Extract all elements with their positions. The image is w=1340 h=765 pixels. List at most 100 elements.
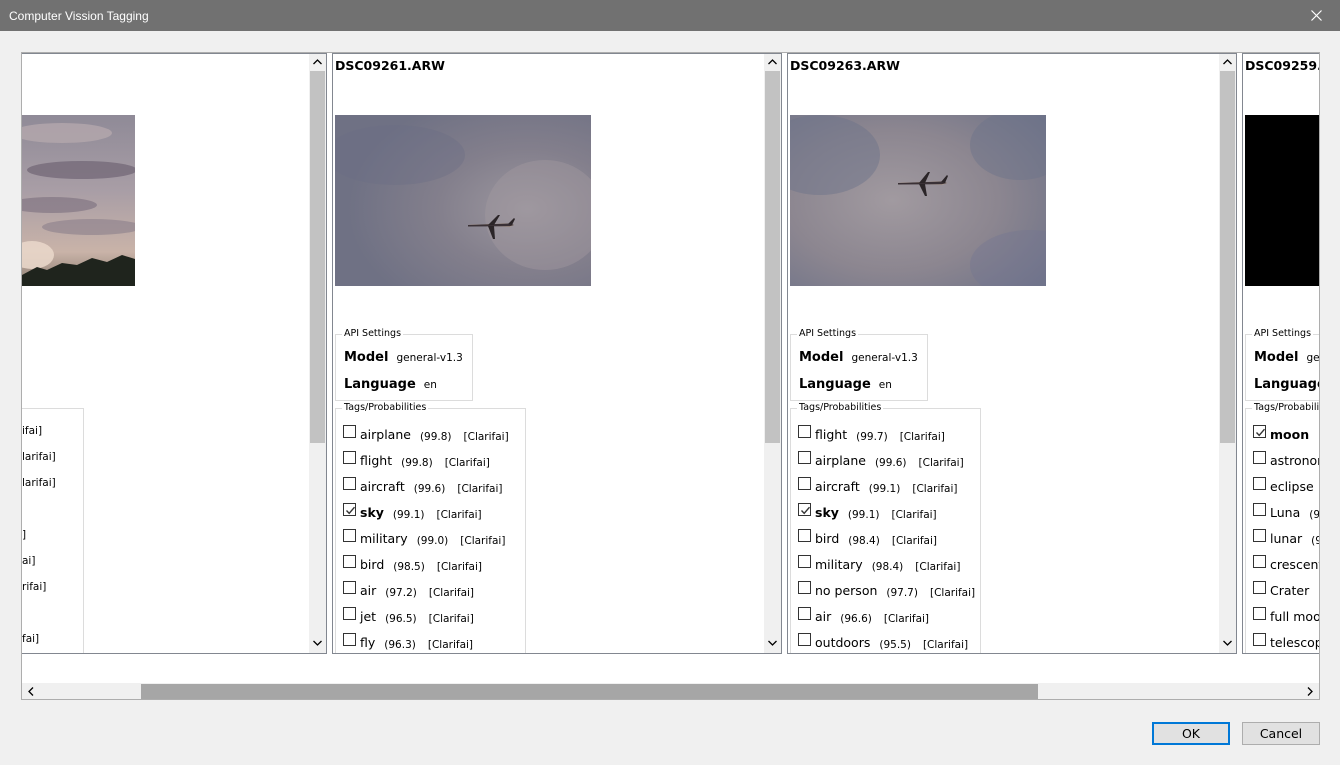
tag-source: [Clarifai]	[899, 431, 945, 443]
tag-checkbox[interactable]	[1253, 451, 1266, 464]
tag-checkbox[interactable]	[1253, 633, 1266, 646]
panel-scrollbar[interactable]	[1219, 54, 1236, 653]
tag-name: flight	[815, 427, 848, 442]
tag-checkbox[interactable]	[343, 581, 356, 594]
tag-name: lunar	[1270, 531, 1303, 546]
model-label: Model	[799, 350, 844, 365]
tag-checkbox[interactable]	[1253, 529, 1266, 542]
tag-text: air (96.6) [Clarifai]	[815, 606, 929, 625]
language-label: Language	[799, 377, 871, 392]
image-panel: DSC09261.ARW API Settings Model general-…	[332, 53, 782, 654]
tag-checkbox[interactable]	[798, 451, 811, 464]
file-name: DSC09261.ARW	[335, 58, 445, 73]
tag-checkbox[interactable]	[343, 555, 356, 568]
tag-source: [Clarifai]	[912, 483, 958, 495]
tag-text: astronom	[1270, 450, 1319, 469]
tag-probability: (96.6)	[840, 613, 872, 625]
tag-name: military	[360, 531, 408, 546]
panel-scrollbar[interactable]	[764, 54, 781, 653]
scroll-right-icon[interactable]	[1307, 687, 1313, 696]
tag-fragment: larifai]	[22, 477, 56, 489]
tag-source: [Clarifai]	[457, 483, 503, 495]
tag-checkbox[interactable]	[798, 633, 811, 646]
tag-checkbox[interactable]	[1253, 555, 1266, 568]
tag-checkbox[interactable]	[798, 581, 811, 594]
tag-text: fly (96.3) [Clarifai]	[360, 632, 473, 651]
tag-checkbox[interactable]	[798, 425, 811, 438]
tag-name: air	[815, 609, 832, 624]
tag-fragment: ifai]	[22, 425, 43, 437]
cancel-button[interactable]: Cancel	[1242, 722, 1320, 745]
tag-name: air	[360, 583, 377, 598]
tag-probability: (99.7)	[856, 431, 888, 443]
tag-source: [Clarifai]	[436, 509, 482, 521]
scroll-thumb[interactable]	[310, 71, 325, 443]
tag-name: moon	[1270, 427, 1310, 442]
scroll-down-icon[interactable]	[313, 640, 322, 646]
tag-probability: (99.1)	[868, 483, 901, 495]
tag-text: flight (99.7) [Clarifai]	[815, 424, 945, 443]
tags-legend: Tags/Probabilities	[342, 402, 429, 413]
scroll-up-icon[interactable]	[1223, 59, 1232, 65]
tag-name: bird	[360, 557, 385, 572]
tag-checkbox[interactable]	[798, 529, 811, 542]
file-name: DSC09259.A	[1245, 58, 1319, 73]
language-value: en	[423, 379, 437, 391]
tag-checkbox[interactable]	[798, 477, 811, 490]
tag-checkbox[interactable]	[798, 503, 811, 516]
tag-probability: (99.8)	[419, 431, 452, 443]
tag-fragment: rifai]	[22, 581, 47, 593]
tag-probability: (98.4)	[871, 561, 904, 573]
tag-probability: (9	[1309, 509, 1320, 521]
tag-name: aircraft	[815, 479, 860, 494]
tag-checkbox[interactable]	[343, 633, 356, 646]
tag-probability: (97.7)	[886, 587, 918, 599]
tag-text: air (97.2) [Clarifai]	[360, 580, 474, 599]
scroll-left-icon[interactable]	[28, 687, 34, 696]
tag-checkbox[interactable]	[1253, 425, 1266, 438]
tag-checkbox[interactable]	[1253, 581, 1266, 594]
tag-source: [Clarifai]	[460, 535, 506, 547]
tag-probability: (99.1)	[847, 509, 880, 521]
tag-checkbox[interactable]	[798, 555, 811, 568]
tag-name: jet	[360, 609, 377, 624]
scroll-thumb[interactable]	[1220, 71, 1235, 443]
scroll-down-icon[interactable]	[768, 640, 777, 646]
tag-checkbox[interactable]	[343, 529, 356, 542]
photo-moon	[1245, 115, 1319, 286]
tag-checkbox[interactable]	[1253, 503, 1266, 516]
tag-checkbox[interactable]	[1253, 477, 1266, 490]
tag-checkbox[interactable]	[343, 607, 356, 620]
tag-checkbox[interactable]	[343, 451, 356, 464]
model-label: Model	[344, 350, 389, 365]
language-label: Language	[344, 377, 416, 392]
photo-sunset	[22, 115, 135, 286]
tag-checkbox[interactable]	[1253, 607, 1266, 620]
horizontal-scrollbar[interactable]	[22, 683, 1319, 699]
panel-scrollbar[interactable]	[309, 54, 326, 653]
tag-source: [Clarifai]	[918, 457, 964, 469]
tag-name: sky	[360, 505, 384, 520]
tag-checkbox[interactable]	[343, 477, 356, 490]
scroll-down-icon[interactable]	[1223, 640, 1232, 646]
tag-fragment: ]	[22, 529, 27, 541]
tag-probability: (99.0)	[416, 535, 449, 547]
language-row: Language en	[344, 377, 437, 392]
horizontal-scroll-thumb[interactable]	[141, 684, 1038, 699]
scroll-up-icon[interactable]	[313, 59, 322, 65]
tag-checkbox[interactable]	[343, 425, 356, 438]
close-button[interactable]	[1294, 0, 1340, 31]
photo-airplane	[335, 115, 591, 286]
tag-text: military (98.4) [Clarifai]	[815, 554, 960, 573]
tag-checkbox[interactable]	[343, 503, 356, 516]
scroll-thumb[interactable]	[765, 71, 780, 443]
image-panel-partial-right: DSC09259.A API Settings Model ger Languag…	[1242, 53, 1320, 654]
panels-strip: ifai] larifai] larifai] ] ai] rifai] fai…	[22, 53, 1320, 683]
tag-probability: (	[1318, 431, 1319, 443]
tag-source: [Clarifai]	[428, 587, 475, 599]
ok-button[interactable]: OK	[1152, 722, 1230, 745]
tag-checkbox[interactable]	[798, 607, 811, 620]
scroll-up-icon[interactable]	[768, 59, 777, 65]
tag-text: lunar (9	[1270, 528, 1319, 547]
tag-name: no person	[815, 583, 878, 598]
